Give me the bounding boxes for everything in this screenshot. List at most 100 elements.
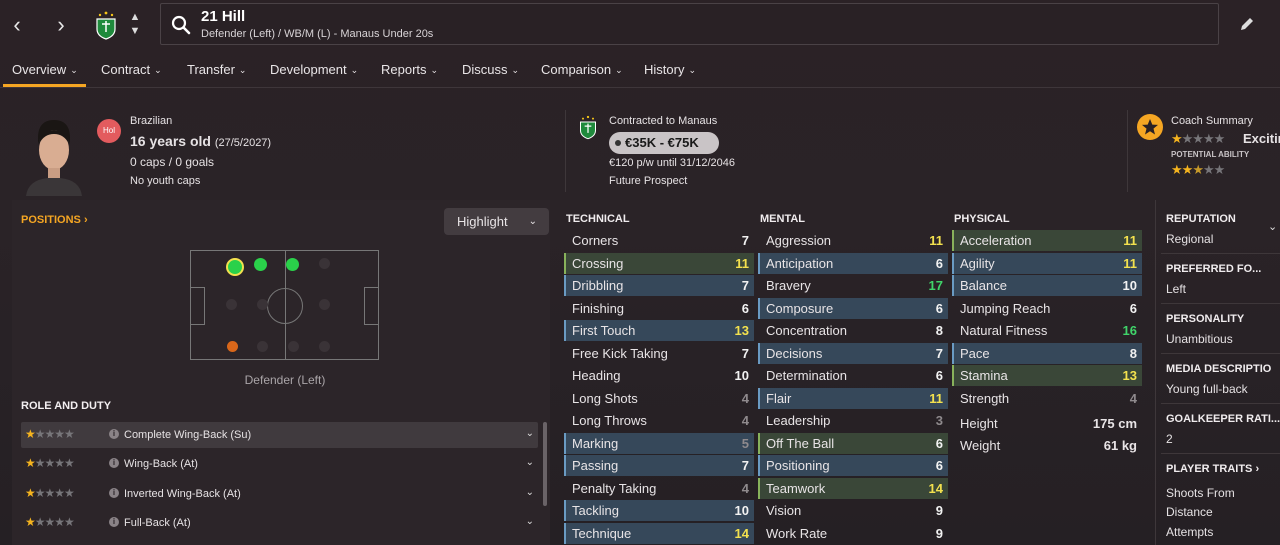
edit-pencil-icon[interactable] bbox=[1238, 15, 1256, 33]
attribute-row[interactable]: Decisions 7 bbox=[758, 342, 948, 364]
tab-discuss[interactable]: Discuss ⌄ bbox=[462, 62, 519, 77]
info-icon[interactable]: i bbox=[109, 517, 119, 527]
forward-arrow-icon[interactable]: › bbox=[50, 12, 72, 38]
chevron-down-icon[interactable]: ⌄ bbox=[526, 428, 534, 439]
position-dot[interactable] bbox=[319, 258, 330, 269]
attribute-row[interactable]: Crossing 11 bbox=[564, 252, 754, 274]
position-dot[interactable] bbox=[319, 299, 330, 310]
preferred-foot-value: Left bbox=[1166, 282, 1187, 296]
attribute-row[interactable]: Corners 7 bbox=[564, 230, 754, 251]
attribute-row[interactable]: Passing 7 bbox=[564, 455, 754, 476]
attribute-row[interactable]: Composure 6 bbox=[758, 297, 948, 319]
tab-reports[interactable]: Reports ⌄ bbox=[381, 62, 438, 77]
tab-comparison[interactable]: Comparison ⌄ bbox=[541, 62, 623, 77]
attribute-row[interactable]: Aggression 11 bbox=[758, 230, 948, 251]
attribute-row[interactable]: Balance 10 bbox=[952, 275, 1142, 296]
chevron-down-icon: ⌄ bbox=[688, 65, 696, 75]
attribute-row[interactable]: Stamina 13 bbox=[952, 365, 1142, 386]
tab-transfer[interactable]: Transfer ⌄ bbox=[187, 62, 246, 77]
info-icon[interactable]: i bbox=[109, 429, 119, 439]
header-divider bbox=[1127, 110, 1128, 192]
attribute-row[interactable]: Long Throws 4 bbox=[564, 410, 754, 431]
attribute-row[interactable]: Teamwork 14 bbox=[758, 477, 948, 499]
position-dot-natural[interactable] bbox=[226, 258, 244, 276]
tab-overview[interactable]: Overview ⌄ bbox=[12, 62, 78, 77]
role-row[interactable]: ★★★★★ i Full-Back (At) ⌄ bbox=[21, 510, 538, 536]
attribute-row[interactable]: Heading 10 bbox=[564, 365, 754, 386]
tab-development[interactable]: Development ⌄ bbox=[270, 62, 358, 77]
attribute-row[interactable]: Bravery 17 bbox=[758, 275, 948, 296]
chevron-down-icon: ⌄ bbox=[350, 65, 359, 75]
attribute-row[interactable]: Work Rate 9 bbox=[758, 523, 948, 544]
attribute-label: Vision bbox=[766, 503, 802, 518]
player-search-box[interactable]: 21 Hill Defender (Left) / WB/M (L) - Man… bbox=[160, 3, 1219, 45]
previous-player-icon[interactable]: ▲ bbox=[128, 11, 142, 23]
attribute-row[interactable]: Free Kick Taking 7 bbox=[564, 343, 754, 364]
attribute-row[interactable]: Penalty Taking 4 bbox=[564, 478, 754, 499]
highlight-dropdown[interactable]: Highlight ⌄ bbox=[444, 208, 549, 235]
media-description-title: MEDIA DESCRIPTIO bbox=[1166, 363, 1272, 375]
attribute-row[interactable]: Jumping Reach 6 bbox=[952, 298, 1142, 319]
next-player-icon[interactable]: ▼ bbox=[128, 25, 142, 37]
info-icon[interactable]: i bbox=[109, 488, 119, 498]
tab-history[interactable]: History ⌄ bbox=[644, 62, 696, 77]
role-row[interactable]: ★★★★★ i Complete Wing-Back (Su) ⌄ bbox=[21, 422, 538, 448]
attribute-row[interactable]: Acceleration 11 bbox=[952, 230, 1142, 251]
attribute-label: Passing bbox=[572, 458, 619, 473]
attribute-value: 16 bbox=[1122, 323, 1137, 338]
attribute-row[interactable]: Off The Ball 6 bbox=[758, 432, 948, 454]
position-dot-accomplished[interactable] bbox=[286, 258, 299, 271]
role-stars: ★★★★★ bbox=[25, 456, 75, 470]
attribute-row[interactable]: Pace 8 bbox=[952, 342, 1142, 364]
attribute-value: 4 bbox=[741, 390, 749, 406]
attribute-row[interactable]: Positioning 6 bbox=[758, 455, 948, 476]
attribute-row[interactable]: Agility 11 bbox=[952, 252, 1142, 274]
attribute-row[interactable]: Marking 5 bbox=[564, 432, 754, 454]
attribute-row[interactable]: Determination 6 bbox=[758, 365, 948, 386]
attribute-row[interactable]: Tackling 10 bbox=[564, 500, 754, 521]
position-dot-accomplished[interactable] bbox=[254, 258, 267, 271]
position-dot[interactable] bbox=[257, 341, 268, 352]
attribute-row[interactable]: Anticipation 6 bbox=[758, 252, 948, 274]
role-duty-title: ROLE AND DUTY bbox=[21, 400, 112, 412]
club-crest-icon[interactable] bbox=[578, 114, 598, 140]
position-dot[interactable] bbox=[319, 341, 330, 352]
height-value: 175 cm bbox=[1092, 416, 1137, 431]
attribute-row[interactable]: Finishing 6 bbox=[564, 298, 754, 319]
attribute-row[interactable]: Leadership 3 bbox=[758, 410, 948, 431]
attribute-row[interactable]: Flair 11 bbox=[758, 387, 948, 409]
tab-contract[interactable]: Contract ⌄ bbox=[101, 62, 162, 77]
chevron-down-icon[interactable]: ⌄ bbox=[526, 457, 534, 468]
club-crest-icon[interactable] bbox=[94, 10, 118, 40]
attribute-row[interactable]: Natural Fitness 16 bbox=[952, 320, 1142, 341]
attribute-label: Pace bbox=[960, 345, 990, 361]
player-face-avatar[interactable] bbox=[24, 116, 84, 196]
attribute-label: Off The Ball bbox=[766, 435, 835, 451]
attribute-row[interactable]: Long Shots 4 bbox=[564, 388, 754, 409]
transfer-value-pill[interactable]: €35K - €75K bbox=[609, 132, 719, 154]
roles-scrollbar[interactable] bbox=[543, 422, 547, 506]
top-bar: ‹ › ▲ ▼ 21 Hill Defender (Left) / WB/M (… bbox=[0, 0, 1280, 50]
attribute-row[interactable]: Vision 9 bbox=[758, 500, 948, 521]
nationality-flag-badge[interactable]: Hol bbox=[97, 119, 121, 143]
attribute-value: 11 bbox=[1123, 233, 1137, 248]
back-arrow-icon[interactable]: ‹ bbox=[6, 12, 28, 38]
coach-summary-title: Coach Summary bbox=[1171, 115, 1253, 127]
chevron-down-icon[interactable]: ⌄ bbox=[526, 516, 534, 527]
position-dot[interactable] bbox=[288, 341, 299, 352]
attribute-row[interactable]: Technique 14 bbox=[564, 522, 754, 544]
role-row[interactable]: ★★★★★ i Inverted Wing-Back (At) ⌄ bbox=[21, 481, 538, 507]
attribute-row[interactable]: Concentration 8 bbox=[758, 320, 948, 341]
role-row[interactable]: ★★★★★ i Wing-Back (At) ⌄ bbox=[21, 451, 538, 477]
player-traits-title[interactable]: PLAYER TRAITS › bbox=[1166, 463, 1259, 475]
attribute-row[interactable]: Dribbling 7 bbox=[564, 275, 754, 296]
position-dot[interactable] bbox=[257, 299, 268, 310]
chevron-down-icon[interactable]: ⌄ bbox=[1268, 220, 1277, 233]
position-dot[interactable] bbox=[226, 299, 237, 310]
position-dot-unconvincing[interactable] bbox=[227, 341, 238, 352]
chevron-down-icon[interactable]: ⌄ bbox=[526, 487, 534, 498]
attribute-row[interactable]: Strength 4 bbox=[952, 388, 1142, 409]
info-icon[interactable]: i bbox=[109, 458, 119, 468]
attribute-row[interactable]: First Touch 13 bbox=[564, 320, 754, 341]
positions-title[interactable]: POSITIONS › bbox=[21, 214, 88, 226]
